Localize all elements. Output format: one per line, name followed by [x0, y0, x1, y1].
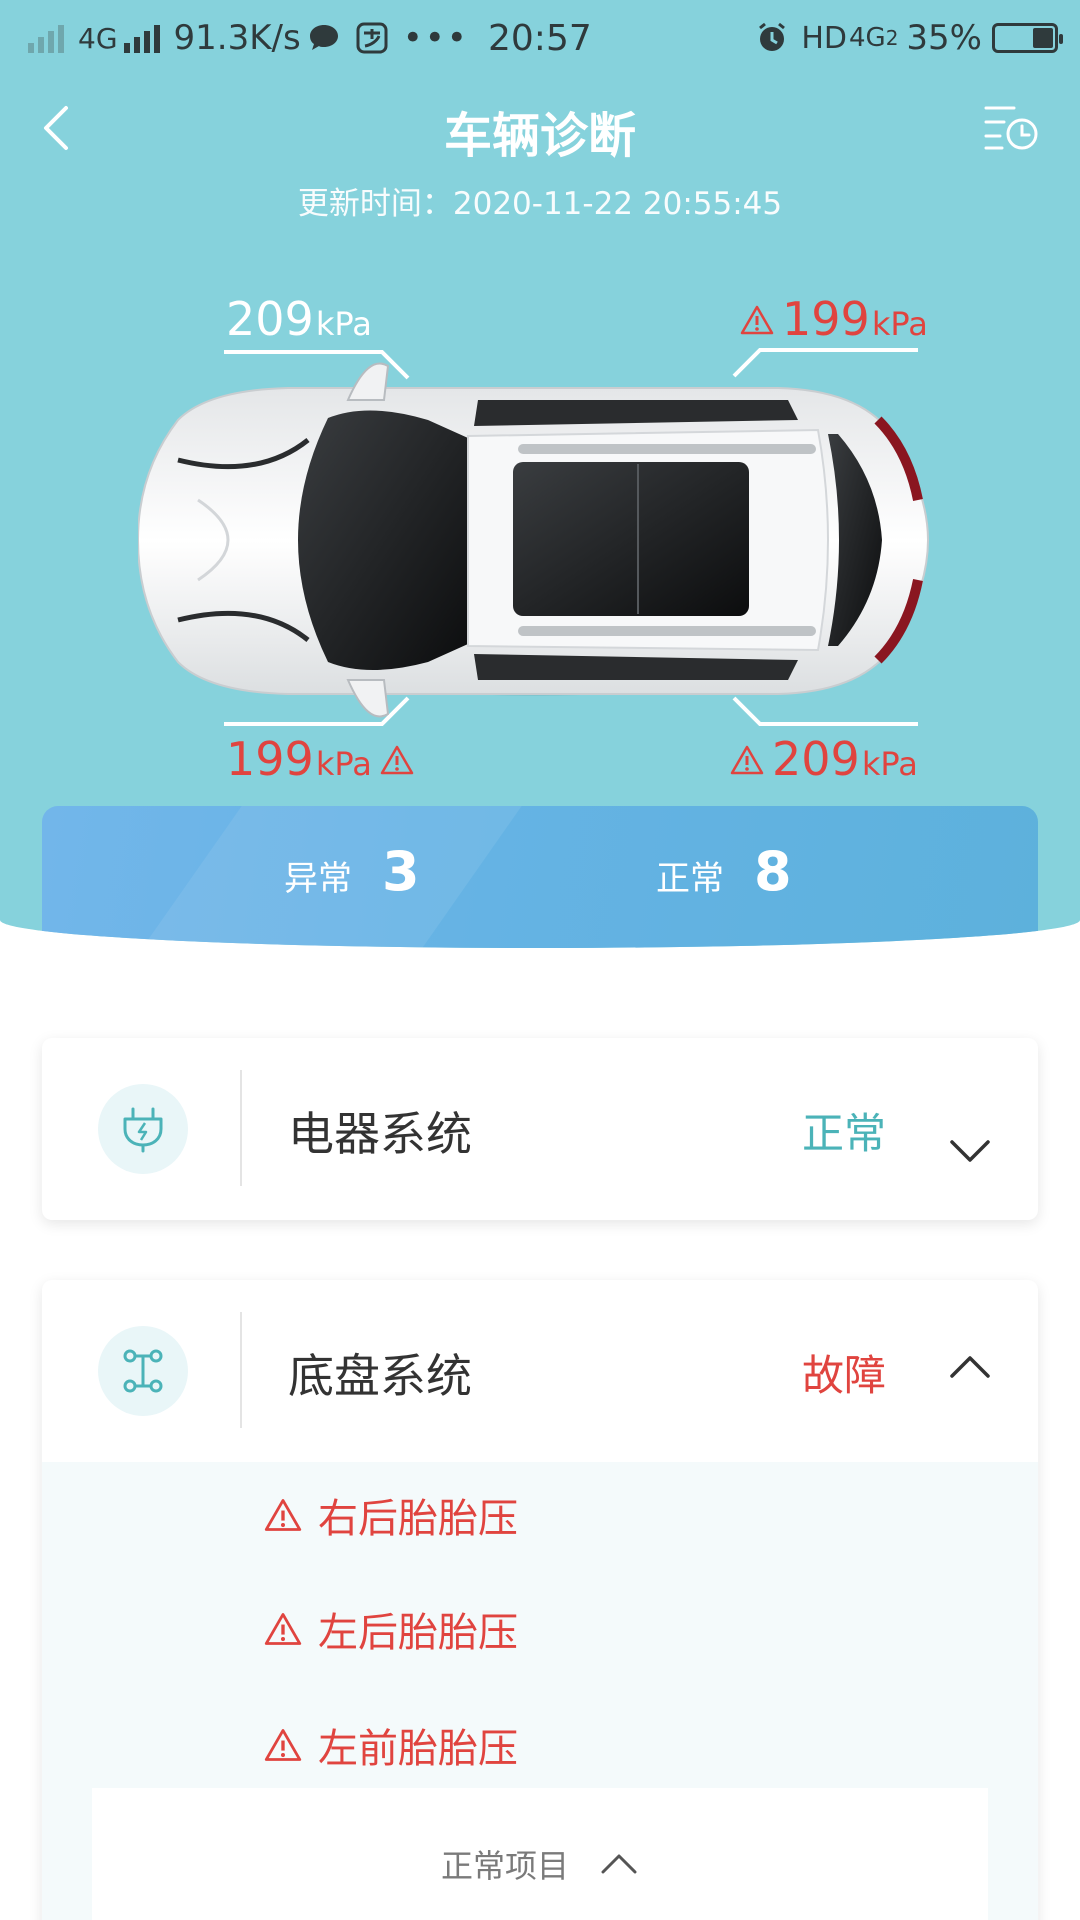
divider — [240, 1312, 242, 1428]
warning-icon — [730, 745, 764, 775]
normal-count: 8 — [754, 840, 792, 903]
fault-item[interactable]: 左后胎胎压 — [264, 1600, 518, 1658]
warning-icon — [264, 1729, 302, 1761]
tire-front-right-unit: kPa — [871, 305, 928, 343]
tire-rear-left-value: 199 — [226, 732, 314, 786]
tire-rear-right: 209 kPa — [722, 732, 918, 786]
warning-icon — [740, 305, 774, 335]
tire-front-left-unit: kPa — [315, 305, 372, 343]
fault-item[interactable]: 左前胎胎压 — [264, 1716, 518, 1774]
divider — [240, 1070, 242, 1186]
tire-rear-left-unit: kPa — [315, 745, 372, 783]
system-status: 故障 — [801, 1351, 886, 1400]
system-icon-wrap — [98, 1326, 188, 1416]
system-icon-wrap — [98, 1084, 188, 1174]
plug-icon — [123, 1107, 163, 1153]
normal-label: 正常 — [656, 859, 724, 899]
system-name: 电器系统 — [288, 1107, 472, 1161]
abnormal-summary[interactable]: 异常 3 — [284, 840, 420, 903]
tire-rear-right-unit: kPa — [861, 745, 918, 783]
system-status: 正常 — [801, 1109, 886, 1158]
tire-front-left: 209 kPa — [226, 292, 372, 346]
warning-icon — [264, 1613, 302, 1645]
abnormal-label: 异常 — [284, 859, 352, 899]
system-card-header[interactable]: 底盘系统 故障 — [42, 1280, 1038, 1462]
tire-front-right-value: 199 — [782, 292, 870, 346]
diagnosis-hero: 4G 91.3K/s ••• 20:57 HD 4G 2 35% 车辆诊断 更新… — [0, 0, 1080, 948]
abnormal-count: 3 — [382, 840, 420, 903]
car-top-view-illustration — [138, 362, 930, 718]
chevron-up-icon — [601, 1854, 637, 1874]
warning-icon — [380, 745, 414, 775]
chevron-up-icon[interactable] — [948, 1352, 992, 1380]
tire-rear-left: 199 kPa — [226, 732, 422, 786]
system-card-electrical[interactable]: 电器系统 正常 — [42, 1038, 1038, 1220]
tire-front-left-value: 209 — [226, 292, 314, 346]
normal-items-label: 正常项目 — [440, 1847, 569, 1885]
chassis-icon — [123, 1349, 163, 1393]
system-card-chassis[interactable]: 底盘系统 故障 右后胎胎压 左后胎胎压 左前胎胎压 正常项目 — [42, 1280, 1038, 1920]
warning-icon — [264, 1499, 302, 1531]
tire-rear-right-value: 209 — [772, 732, 860, 786]
system-name: 底盘系统 — [288, 1349, 472, 1403]
fault-item[interactable]: 右后胎胎压 — [264, 1486, 518, 1544]
normal-summary[interactable]: 正常 8 — [656, 840, 792, 903]
normal-items-toggle[interactable]: 正常项目 — [92, 1788, 988, 1920]
fault-label: 左前胎胎压 — [318, 1726, 518, 1772]
chevron-down-icon[interactable] — [948, 1138, 992, 1166]
fault-label: 左后胎胎压 — [318, 1610, 518, 1656]
system-card-header[interactable]: 电器系统 正常 — [42, 1038, 1038, 1220]
tire-front-right: 199 kPa — [732, 292, 928, 346]
fault-list: 右后胎胎压 左后胎胎压 左前胎胎压 正常项目 — [42, 1462, 1038, 1920]
diagnosis-summary: 异常 3 正常 8 — [42, 806, 1038, 948]
fault-label: 右后胎胎压 — [318, 1496, 518, 1542]
